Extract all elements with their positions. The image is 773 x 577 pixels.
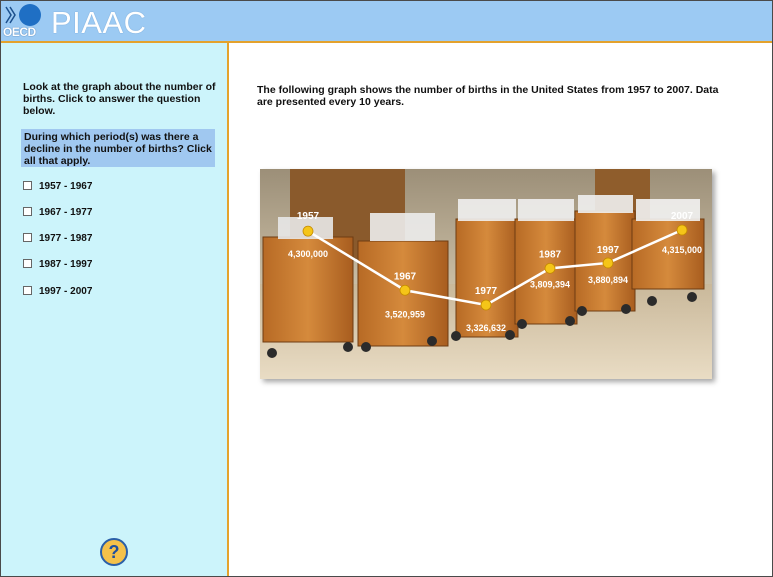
option-1967-1977[interactable]: 1967 - 1977 (23, 207, 92, 218)
option-label: 1967 - 1977 (39, 207, 93, 218)
logo-text: OECD (3, 25, 36, 39)
year-label-1957: 1957 (297, 211, 320, 222)
value-label-2007: 4,315,000 (662, 245, 702, 255)
instruction-text: Look at the graph about the number of bi… (23, 81, 216, 117)
value-label-1967: 3,520,959 (385, 309, 425, 319)
data-point-1997 (602, 257, 614, 269)
option-label: 1977 - 1987 (39, 233, 93, 244)
option-label: 1987 - 1997 (39, 259, 93, 270)
year-label-2007: 2007 (671, 211, 694, 222)
question-mark-icon: ? (108, 542, 120, 562)
value-label-1987: 3,809,394 (530, 279, 570, 289)
chart-svg: 1957 4,300,000 1967 3,520,959 1977 3,326,632 1… (260, 169, 712, 379)
question-sidebar: Look at the graph about the number of bi… (1, 43, 229, 576)
births-chart: 1957 4,300,000 1967 3,520,959 1977 3,326,632 1… (260, 169, 712, 379)
header-bar: OECD PIAAC (1, 1, 772, 43)
stimulus-text: The following graph shows the number of … (257, 84, 719, 108)
checkbox[interactable] (23, 181, 32, 190)
checkbox[interactable] (23, 286, 32, 295)
help-button[interactable]: ? (100, 538, 128, 566)
option-1997-2007[interactable]: 1997 - 2007 (23, 286, 92, 297)
data-point-1987 (544, 262, 556, 274)
data-point-1957 (302, 225, 314, 237)
app-window: OECD PIAAC Look at the graph about the n… (0, 0, 773, 577)
year-label-1997: 1997 (597, 245, 620, 256)
year-label-1967: 1967 (394, 271, 417, 282)
option-1977-1987[interactable]: 1977 - 1987 (23, 233, 92, 244)
value-label-1957: 4,300,000 (288, 249, 328, 259)
option-1987-1997[interactable]: 1987 - 1997 (23, 259, 92, 270)
year-label-1987: 1987 (539, 249, 562, 260)
stimulus-pane: The following graph shows the number of … (229, 43, 772, 576)
checkbox[interactable] (23, 207, 32, 216)
year-label-1977: 1977 (475, 286, 498, 297)
data-point-1967 (399, 284, 411, 296)
value-label-1977: 3,326,632 (466, 323, 506, 333)
option-label: 1997 - 2007 (39, 286, 93, 297)
data-point-1977 (480, 299, 492, 311)
value-label-1997: 3,880,894 (588, 275, 628, 285)
option-1957-1967[interactable]: 1957 - 1967 (23, 181, 92, 192)
data-point-2007 (676, 224, 688, 236)
brand-title: PIAAC (51, 5, 147, 40)
checkbox[interactable] (23, 259, 32, 268)
checkbox[interactable] (23, 233, 32, 242)
option-label: 1957 - 1967 (39, 181, 93, 192)
question-text: During which period(s) was there a decli… (21, 129, 215, 167)
